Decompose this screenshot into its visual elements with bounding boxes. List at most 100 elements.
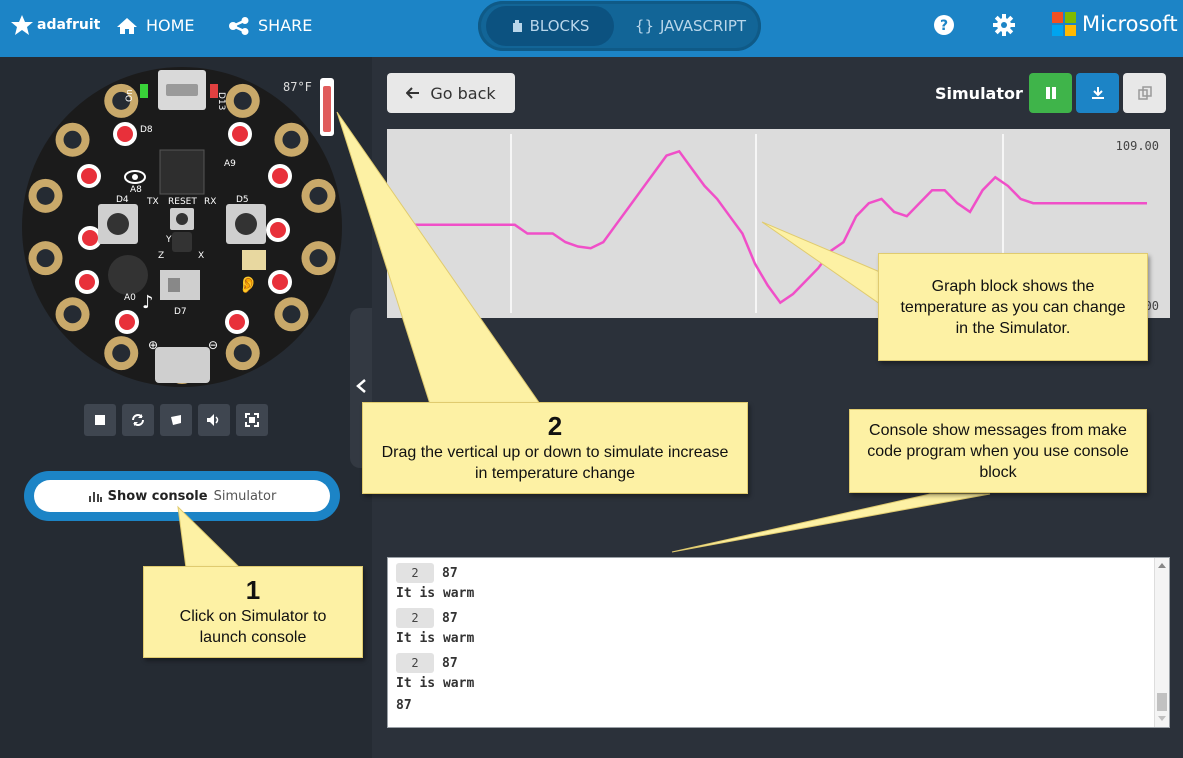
braces-icon: {} (634, 17, 654, 35)
callout-temperature-slider: 2 Drag the vertical up or down to simula… (362, 402, 748, 494)
share-icon (229, 16, 249, 35)
repeat-count-badge: 2 (396, 653, 434, 673)
light-sensor (242, 250, 266, 270)
console-scrollbar[interactable] (1154, 558, 1169, 727)
callout-2-text: Drag the vertical up or down to simulate… (381, 444, 729, 482)
console-line-text: 87 (442, 656, 458, 671)
restart-button[interactable] (122, 404, 154, 436)
console-line: It is warm (396, 631, 474, 646)
console-line: 2 87 (396, 653, 458, 673)
console-line: It is warm (396, 586, 474, 601)
console-line: 87 (396, 698, 412, 713)
copy-button[interactable] (1123, 73, 1166, 113)
label-d7: D7 (174, 307, 187, 317)
callout-graph: Graph block shows the temperature as you… (878, 253, 1148, 361)
scroll-thumb[interactable] (1157, 693, 1167, 711)
go-back-label: Go back (430, 83, 496, 103)
settings-button[interactable] (993, 14, 1015, 40)
console-line: 2 87 (396, 608, 458, 628)
home-icon (117, 17, 137, 34)
label-on: On (125, 89, 135, 102)
mute-icon (207, 414, 219, 426)
microsoft-label: Microsoft (1082, 12, 1178, 36)
debug-button[interactable] (160, 404, 192, 436)
console-output[interactable]: 2 87 It is warm 2 87 It is warm 2 87 It is warm 8… (387, 557, 1170, 728)
restart-icon (132, 414, 144, 426)
label-d8: D8 (140, 125, 153, 135)
label-rx: RX (204, 197, 216, 207)
circuit-playground-board: On D13 D8 A9 A8 D4 TX RESET RX D5 D7 A0 … (22, 67, 342, 387)
javascript-tab[interactable]: {} JAVASCRIPT (628, 6, 753, 46)
bar-chart-icon (88, 492, 102, 502)
pause-button[interactable] (1029, 73, 1072, 113)
blocks-tab[interactable]: BLOCKS (486, 6, 614, 46)
stop-icon (95, 415, 105, 425)
callout-1-text: Click on Simulator to launch console (179, 608, 327, 646)
console-line-text: It is warm (396, 585, 475, 601)
speaker (108, 255, 148, 295)
repeat-count-badge: 2 (396, 608, 434, 628)
show-console-button[interactable]: Show console Simulator (34, 480, 330, 512)
mute-button[interactable] (198, 404, 230, 436)
javascript-label: JAVASCRIPT (660, 17, 747, 35)
microsoft-squares-icon (1052, 12, 1076, 36)
label-y: Y (165, 235, 172, 245)
gear-icon (993, 14, 1015, 36)
temperature-readout: 87°F (283, 80, 312, 94)
ear-icon: 👂 (238, 275, 258, 294)
label-d5: D5 (236, 195, 249, 205)
scroll-down-icon (1158, 716, 1166, 721)
svg-text:?: ? (940, 18, 948, 34)
adafruit-logo[interactable]: adafruit (10, 14, 100, 36)
callout-console: Console show messages from make code pro… (849, 409, 1147, 493)
label-d4: D4 (116, 195, 129, 205)
console-line-text: 87 (442, 566, 458, 581)
microcontroller-chip (159, 149, 205, 195)
scroll-up-icon (1158, 563, 1166, 568)
simulator-source-label: Simulator (213, 488, 277, 504)
stop-button[interactable] (84, 404, 116, 436)
pause-icon (1045, 87, 1056, 99)
microsoft-logo[interactable]: Microsoft (1052, 12, 1178, 36)
share-label: SHARE (258, 16, 313, 35)
label-tx: TX (146, 197, 159, 207)
callout-4-text: Graph block shows the temperature as you… (900, 278, 1126, 337)
battery-connector (155, 347, 210, 383)
temperature-slider-fill (323, 86, 331, 132)
label-a9: A9 (224, 159, 236, 169)
label-a8: A8 (130, 185, 142, 195)
download-icon (1091, 87, 1104, 99)
help-button[interactable]: ? (933, 14, 955, 40)
label-z: Z (158, 251, 164, 261)
puzzle-icon (512, 20, 522, 32)
brand-text: adafruit (37, 17, 101, 33)
editor-toggle: BLOCKS {} JAVASCRIPT (478, 1, 761, 51)
label-x: X (198, 251, 204, 261)
minus-icon: ⊖ (208, 338, 218, 352)
console-line-text: 87 (396, 698, 412, 713)
arrow-left-icon (406, 87, 420, 99)
temperature-slider[interactable] (320, 78, 334, 136)
go-back-button[interactable]: Go back (387, 73, 515, 113)
plus-icon: ⊕ (148, 338, 158, 352)
console-line-text: It is warm (396, 630, 475, 646)
repeat-count-badge: 2 (396, 563, 434, 583)
console-line: 2 87 (396, 563, 458, 583)
callout-1-number: 1 (245, 575, 261, 605)
label-reset: RESET (168, 197, 197, 207)
fullscreen-icon (245, 413, 259, 427)
chevron-left-icon (356, 379, 366, 393)
callout-show-console: 1 Click on Simulator to launch console (143, 566, 363, 658)
help-icon: ? (934, 15, 954, 35)
home-link[interactable]: HOME (116, 16, 195, 35)
fullscreen-button[interactable] (236, 404, 268, 436)
simulator-title: Simulator (935, 84, 1023, 103)
show-console-label: Show console (107, 488, 208, 504)
console-line-text: It is warm (396, 675, 475, 691)
console-line: It is warm (396, 676, 474, 691)
share-link[interactable]: SHARE (228, 16, 312, 35)
home-label: HOME (146, 16, 195, 35)
console-line-text: 87 (442, 611, 458, 626)
download-button[interactable] (1076, 73, 1119, 113)
callout-2-number: 2 (547, 411, 563, 441)
